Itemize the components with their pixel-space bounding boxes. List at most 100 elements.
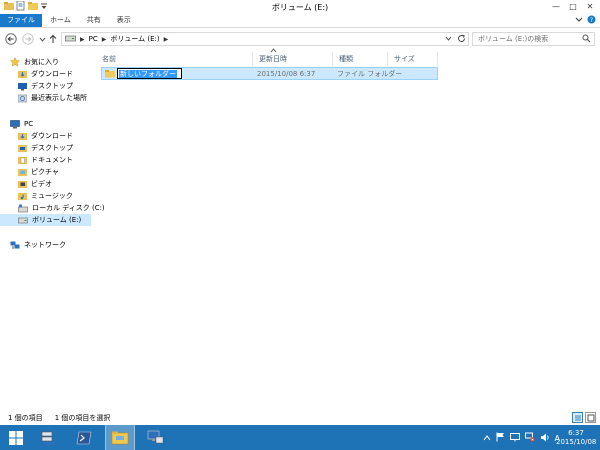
taskbar: A 6:37 2015/10/08: [0, 425, 600, 450]
taskbar-server-manager[interactable]: [34, 425, 62, 450]
cell-type: ファイル フォルダー: [337, 70, 403, 78]
ribbon-tabs: ファイル ホーム 共有 表示: [0, 14, 600, 27]
breadcrumb-separator[interactable]: ▶: [164, 36, 169, 43]
nav-item-label: ドキュメント: [31, 156, 73, 164]
status-item-count: 1 個の項目: [8, 413, 43, 422]
details-view-button[interactable]: [572, 412, 583, 423]
nav-pc-videos[interactable]: ビデオ: [18, 178, 52, 190]
file-list: 名前 更新日時 種類 サイズ 新しいフォルダー 2015/10/08 6:37 …: [96, 48, 600, 408]
column-header-label: 名前: [102, 55, 116, 63]
tab-share[interactable]: 共有: [79, 14, 109, 27]
start-button[interactable]: [2, 425, 30, 450]
column-header-name[interactable]: 名前: [96, 52, 253, 66]
help-icon[interactable]: ?: [587, 15, 596, 26]
window-title: ボリューム (E:): [271, 3, 329, 12]
large-icons-view-button[interactable]: [585, 412, 596, 423]
search-icon[interactable]: [582, 34, 591, 47]
taskbar-file-explorer[interactable]: [105, 425, 135, 450]
server-manager-icon: [41, 431, 54, 445]
videos-folder-icon: [18, 180, 27, 188]
network-computer-icon: [147, 430, 164, 444]
system-tray: A: [483, 432, 560, 444]
ribbon-divider: [0, 27, 600, 28]
nav-pc-pictures[interactable]: ピクチャ: [18, 166, 59, 178]
taskbar-network-app[interactable]: [141, 425, 169, 450]
minimize-button[interactable]: —: [548, 0, 564, 12]
up-arrow-icon: [49, 34, 57, 43]
column-header-size[interactable]: サイズ: [388, 52, 438, 66]
network-status-icon[interactable]: [524, 432, 535, 444]
music-folder-icon: [18, 192, 27, 200]
nav-pc-music[interactable]: ミュージック: [18, 190, 73, 202]
close-button[interactable]: ✕: [582, 0, 598, 12]
column-header-label: サイズ: [394, 55, 415, 63]
nav-favorites-label: お気に入り: [24, 58, 59, 66]
tab-view[interactable]: 表示: [109, 14, 139, 27]
nav-item-label: ダウンロード: [31, 132, 73, 140]
tab-file[interactable]: ファイル: [0, 14, 42, 27]
computer-icon: [10, 119, 20, 128]
back-button[interactable]: [4, 32, 18, 46]
volume-icon[interactable]: [540, 433, 550, 444]
refresh-icon[interactable]: [457, 34, 466, 45]
navigation-bar: ▶ PC ▶ ボリューム (E:) ▶ ボリューム (E:)の検索: [0, 30, 600, 48]
nav-pc[interactable]: PC: [10, 118, 33, 130]
search-box[interactable]: ボリューム (E:)の検索: [472, 32, 595, 46]
title-bar: ボリューム (E:) — □ ✕: [0, 0, 600, 14]
nav-favorites-downloads[interactable]: ダウンロード: [18, 68, 73, 80]
nav-network-label: ネットワーク: [24, 241, 66, 249]
nav-item-label: ビデオ: [31, 180, 52, 188]
downloads-folder-icon: [18, 70, 27, 78]
column-header-modified[interactable]: 更新日時: [253, 52, 333, 66]
table-row[interactable]: 新しいフォルダー 2015/10/08 6:37 ファイル フォルダー: [101, 67, 438, 80]
forward-button[interactable]: [21, 32, 35, 46]
status-bar: 1 個の項目 1 個の項目を選択: [0, 410, 600, 425]
display-icon[interactable]: [509, 432, 520, 444]
breadcrumb-separator[interactable]: ▶: [80, 36, 85, 43]
desktop-icon: [18, 82, 27, 90]
nav-pc-volume-e[interactable]: ボリューム (E:): [0, 214, 91, 226]
nav-pc-local-disk-c[interactable]: ローカル ディスク (C:): [18, 202, 105, 214]
action-center-flag-icon[interactable]: [496, 432, 505, 444]
documents-folder-icon: [18, 156, 27, 164]
nav-item-label: デスクトップ: [31, 82, 73, 90]
clock-date: 2015/10/08: [556, 438, 597, 446]
large-icons-view-icon: [587, 414, 594, 421]
rename-input[interactable]: 新しいフォルダー: [117, 68, 182, 79]
address-dropdown-icon[interactable]: [445, 35, 452, 44]
nav-item-label: ミュージック: [31, 192, 73, 200]
breadcrumb-separator[interactable]: ▶: [102, 36, 107, 43]
maximize-button[interactable]: □: [565, 0, 581, 12]
show-hidden-icons[interactable]: [483, 434, 491, 443]
nav-item-label: ボリューム (E:): [32, 216, 82, 224]
nav-network[interactable]: ネットワーク: [10, 239, 66, 251]
rename-selected-text[interactable]: 新しいフォルダー: [119, 70, 177, 78]
navigation-pane: お気に入り ダウンロード デスクトップ 最近表示した場所 PC ダウンロード デ…: [0, 52, 105, 407]
up-button[interactable]: [46, 32, 60, 46]
back-arrow-icon: [5, 33, 17, 45]
nav-pc-documents[interactable]: ドキュメント: [18, 154, 73, 166]
address-bar[interactable]: ▶ PC ▶ ボリューム (E:) ▶: [61, 32, 469, 46]
nav-favorites[interactable]: お気に入り: [10, 56, 59, 68]
network-icon: [10, 241, 20, 249]
nav-item-label: ピクチャ: [31, 168, 59, 176]
breadcrumb-volume-e[interactable]: ボリューム (E:): [110, 34, 159, 44]
column-header-label: 更新日時: [259, 55, 287, 63]
breadcrumb-pc[interactable]: PC: [89, 35, 98, 43]
column-header-type[interactable]: 種類: [333, 52, 388, 66]
nav-item-label: ローカル ディスク (C:): [32, 204, 105, 212]
tab-home[interactable]: ホーム: [42, 14, 79, 27]
nav-favorites-desktop[interactable]: デスクトップ: [18, 80, 73, 92]
system-drive-icon: [18, 204, 28, 212]
status-selection: 1 個の項目を選択: [54, 413, 111, 422]
nav-favorites-recent[interactable]: 最近表示した場所: [18, 92, 87, 104]
drive-icon: [18, 217, 28, 224]
nav-pc-desktop[interactable]: デスクトップ: [18, 142, 73, 154]
search-placeholder: ボリューム (E:)の検索: [478, 35, 549, 43]
taskbar-powershell[interactable]: [70, 425, 98, 450]
expand-ribbon-icon[interactable]: [575, 16, 583, 26]
file-explorer-icon: [111, 431, 129, 445]
chevron-down-icon: [39, 37, 45, 42]
nav-pc-downloads[interactable]: ダウンロード: [18, 130, 73, 142]
clock[interactable]: 6:37 2015/10/08: [556, 429, 596, 447]
